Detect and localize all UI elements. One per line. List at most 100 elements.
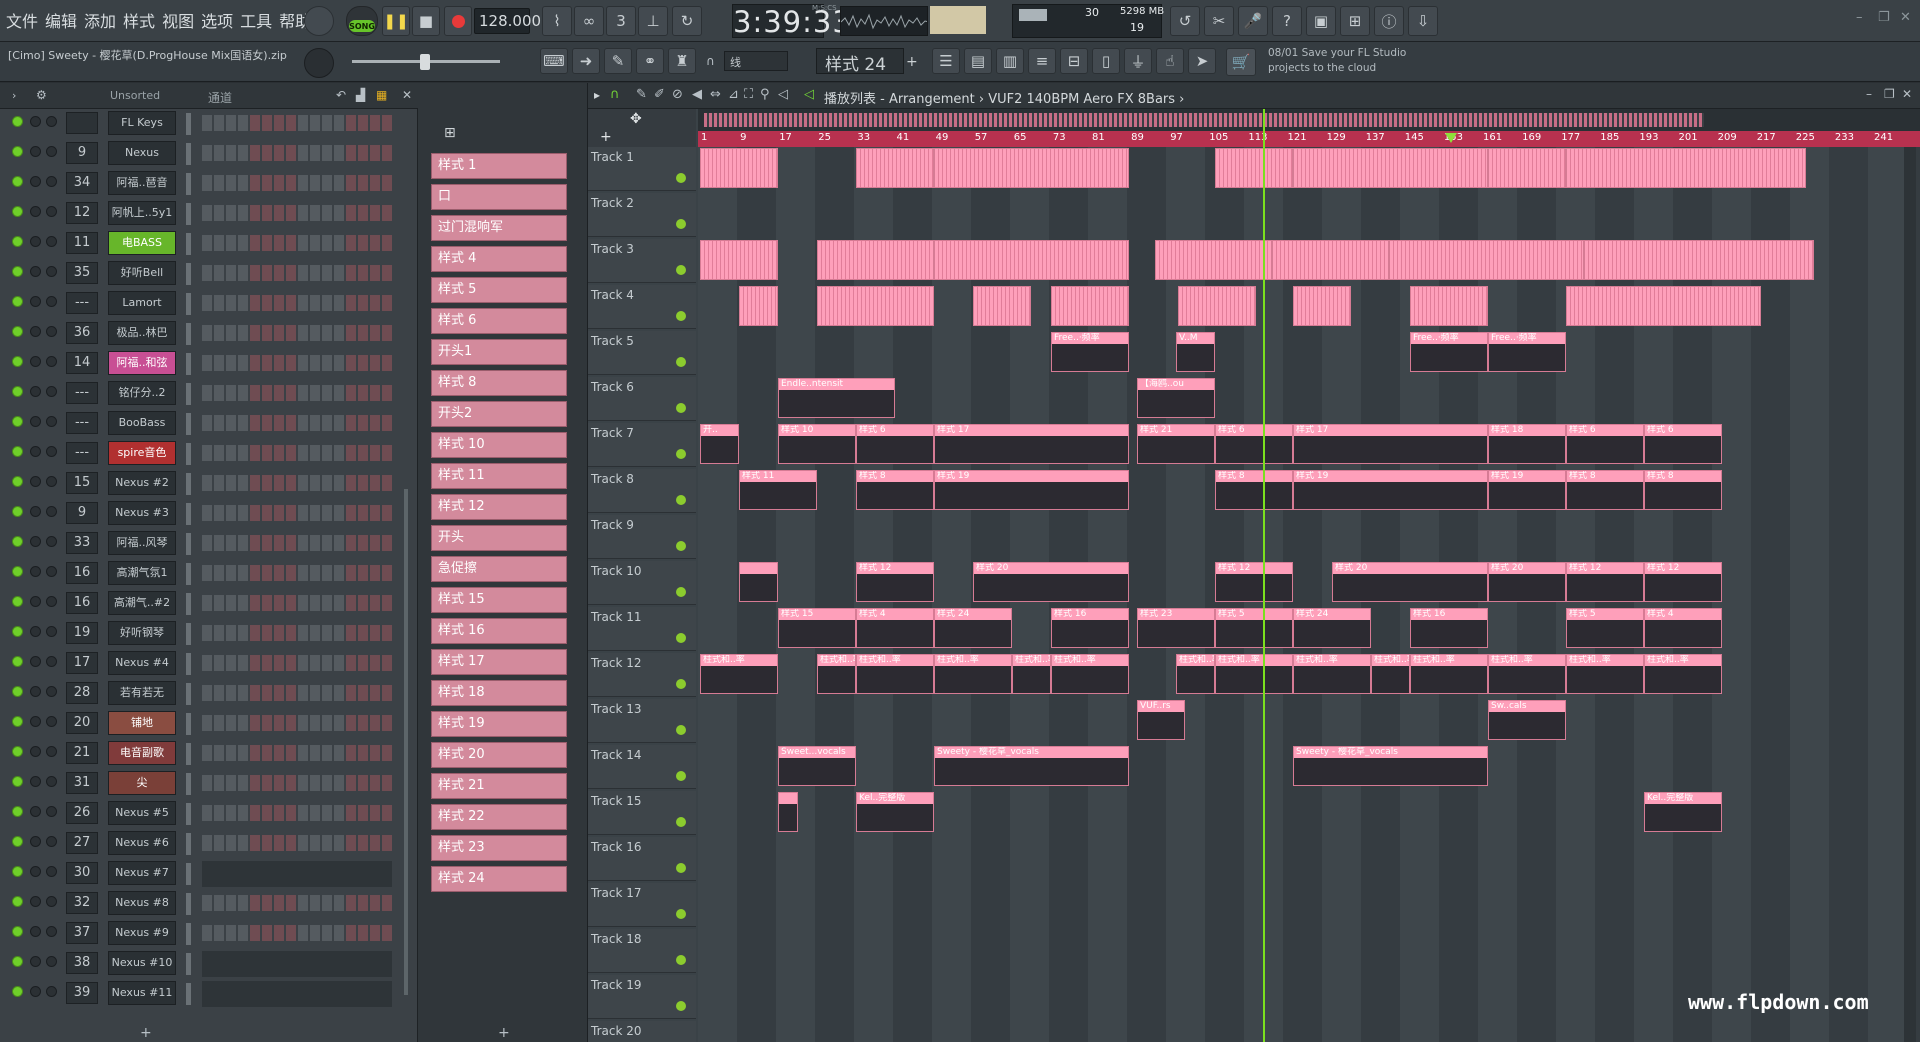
pattern-item[interactable]: 样式 1 — [431, 153, 567, 179]
channel-volume-knob[interactable] — [46, 476, 57, 487]
channel-volume-knob[interactable] — [46, 566, 57, 577]
main-volume-knob[interactable] — [304, 6, 334, 36]
track-mute-led[interactable] — [676, 955, 686, 965]
playlist-clip[interactable]: 【海鸥..ou — [1137, 378, 1215, 418]
channel-step-sequencer[interactable] — [202, 505, 392, 521]
playlist-clip[interactable]: 样式 20 — [1332, 562, 1488, 602]
channel-step-sequencer[interactable] — [202, 205, 392, 221]
channel-pan-knob[interactable] — [30, 416, 41, 427]
channel-step-sequencer[interactable] — [202, 145, 392, 161]
playlist-clip[interactable] — [1215, 148, 1293, 188]
minimize-icon[interactable]: – — [1856, 10, 1863, 25]
playlist-clip[interactable] — [1293, 286, 1351, 326]
channel-pan-knob[interactable] — [30, 956, 41, 967]
playlist-clip[interactable]: 样式 4 — [856, 608, 934, 648]
channel-volume-knob[interactable] — [46, 986, 57, 997]
channel-name-button[interactable]: Nexus — [108, 141, 176, 165]
channel-row[interactable]: 21 电音副歌 — [0, 739, 418, 769]
channel-pan-knob[interactable] — [30, 926, 41, 937]
playlist-clip[interactable] — [1566, 148, 1806, 188]
channel-pan-knob[interactable] — [30, 326, 41, 337]
brush-button[interactable]: ✎ — [604, 48, 632, 74]
rack-scrollbar[interactable] — [404, 489, 408, 995]
channel-mixer-track[interactable]: --- — [66, 292, 98, 314]
channel-step-sequencer[interactable] — [202, 445, 392, 461]
channel-select-bar[interactable] — [186, 113, 191, 135]
channel-select-bar[interactable] — [186, 323, 191, 345]
channel-select-bar[interactable] — [186, 623, 191, 645]
channel-volume-knob[interactable] — [46, 596, 57, 607]
channel-step-sequencer[interactable] — [202, 595, 392, 611]
channel-volume-knob[interactable] — [46, 656, 57, 667]
pattern-item[interactable]: 过门混响军 — [431, 215, 567, 241]
plugin-button[interactable]: ⏚ — [1124, 48, 1152, 74]
rack-group[interactable]: 通道 — [208, 89, 232, 106]
help-button[interactable]: ? — [1272, 6, 1302, 36]
channel-step-sequencer[interactable] — [202, 475, 392, 491]
channel-mixer-track[interactable]: 35 — [66, 262, 98, 284]
playlist-magnet-icon[interactable]: ∩ — [610, 87, 620, 102]
channel-select-bar[interactable] — [186, 743, 191, 765]
playlist-clip[interactable]: 样式 19 — [1488, 470, 1566, 510]
playlist-clip[interactable] — [700, 240, 778, 280]
delete-tool-icon[interactable]: ⊘ — [672, 87, 683, 102]
channel-enable-led[interactable] — [12, 296, 23, 307]
channel-mixer-track[interactable]: 20 — [66, 712, 98, 734]
playlist-clip[interactable]: Sweety - 樱花草_vocals — [934, 746, 1129, 786]
piano-roll-button[interactable]: ⌨ — [540, 48, 568, 74]
playlist-clip[interactable]: Kel..完整版 — [856, 792, 934, 832]
playlist-clip[interactable]: 柱式和..率 — [1012, 654, 1051, 694]
channel-name-button[interactable]: 阿福..和弦 — [108, 351, 176, 375]
download-button[interactable]: ⇩ — [1408, 6, 1438, 36]
add-channel-icon[interactable]: + — [140, 1025, 152, 1041]
channel-mixer-track[interactable]: --- — [66, 412, 98, 434]
playlist-clip[interactable] — [1488, 148, 1566, 188]
channel-step-sequencer[interactable] — [202, 175, 392, 191]
channel-mixer-track[interactable]: 28 — [66, 682, 98, 704]
playlist-clip[interactable]: 样式 12 — [1215, 562, 1293, 602]
channel-pan-knob[interactable] — [30, 746, 41, 757]
channel-mixer-track[interactable]: 12 — [66, 202, 98, 224]
channel-volume-knob[interactable] — [46, 206, 57, 217]
channel-mixer-track[interactable]: 38 — [66, 952, 98, 974]
channel-row[interactable]: 27 Nexus #6 — [0, 829, 418, 859]
channel-select-bar[interactable] — [186, 953, 191, 975]
playlist-clip[interactable]: Free..·频率 — [1051, 332, 1129, 372]
channel-enable-led[interactable] — [12, 116, 23, 127]
pattern-item[interactable]: 样式 10 — [431, 432, 567, 458]
playlist-clip[interactable]: V..M — [1176, 332, 1215, 372]
playlist-clip[interactable] — [1410, 286, 1488, 326]
playlist-clip[interactable] — [700, 148, 778, 188]
channel-row[interactable]: 35 好听Bell — [0, 259, 418, 289]
channel-step-sequencer[interactable] — [202, 805, 392, 821]
playlist-clip[interactable] — [1272, 240, 1389, 280]
playlist-clip[interactable]: 样式 24 — [934, 608, 1012, 648]
channel-row[interactable]: 16 高潮气氛1 — [0, 559, 418, 589]
channel-pan-knob[interactable] — [30, 446, 41, 457]
channel-enable-led[interactable] — [12, 506, 23, 517]
channel-pan-knob[interactable] — [30, 596, 41, 607]
channel-select-bar[interactable] — [186, 203, 191, 225]
playlist-clip[interactable]: 样式 23 — [1137, 608, 1215, 648]
channel-select-bar[interactable] — [186, 653, 191, 675]
playlist-clip[interactable]: Sweet...vocals — [778, 746, 856, 786]
channel-name-button[interactable]: Nexus #11 — [108, 981, 176, 1005]
paint-tool-icon[interactable]: ✐ — [654, 87, 665, 102]
playlist-close-icon[interactable]: ✕ — [1902, 87, 1912, 101]
send-button[interactable]: ➤ — [1188, 48, 1216, 74]
channel-row[interactable]: 39 Nexus #11 — [0, 979, 418, 1009]
playlist-clip[interactable] — [778, 792, 798, 832]
channel-pan-knob[interactable] — [30, 836, 41, 847]
pattern-item[interactable]: 样式 8 — [431, 370, 567, 396]
channel-volume-knob[interactable] — [46, 146, 57, 157]
render-button[interactable]: ⊞ — [1340, 6, 1370, 36]
track-mute-led[interactable] — [676, 725, 686, 735]
track-mute-led[interactable] — [676, 173, 686, 183]
channel-enable-led[interactable] — [12, 146, 23, 157]
channel-name-button[interactable]: 铭仔分..2 — [108, 381, 176, 405]
channel-enable-led[interactable] — [12, 626, 23, 637]
record-audio-button[interactable]: 🎤 — [1238, 6, 1268, 36]
track-mute-led[interactable] — [676, 587, 686, 597]
track-header[interactable]: Track 1 — [588, 147, 696, 191]
playlist-clip[interactable]: 样式 5 — [1566, 608, 1644, 648]
